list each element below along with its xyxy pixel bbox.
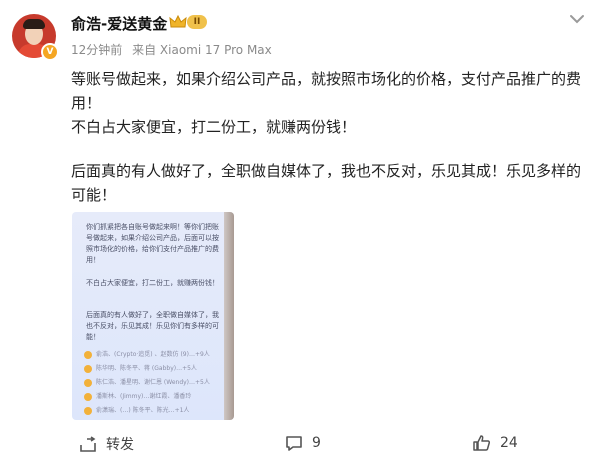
post-paragraph: 不白占大家便宜，打二份工，就赚两份钱！ — [71, 118, 357, 136]
repost-button[interactable]: 转发 — [78, 434, 134, 454]
reaction-row: 陈仁浩、潘星明、谢仁恩 (Wendy)…+5人 — [84, 377, 220, 388]
comment-button[interactable]: 9 — [284, 434, 321, 454]
post-paragraph: 等账号做起来，如果介绍公司产品，就按照市场化的价格，支付产品推广的费用！ — [71, 70, 582, 112]
repost-icon — [80, 436, 96, 452]
repost-label: 转发 — [106, 437, 134, 453]
post-header: V 俞浩-爱送黄金 II 12分钟前 来自 Xiaomi 17 Pro Max — [0, 0, 600, 64]
action-bar: 转发 9 24 — [0, 424, 600, 464]
comment-icon — [286, 436, 302, 451]
like-icon — [473, 435, 491, 451]
reaction-row: 俞浩、(Crypto·追觅) 、赵数仿 (9)…+9人 — [84, 349, 220, 360]
attached-image[interactable]: 你们抓紧把各自账号做起来啊！等你们把账号做起来，如果介绍公司产品，后面可以按照市… — [72, 212, 234, 420]
like-button[interactable]: 24 — [472, 434, 518, 454]
post-source: 来自 Xiaomi 17 Pro Max — [132, 43, 272, 57]
author-name[interactable]: 俞浩-爱送黄金 — [71, 13, 167, 34]
image-edge — [224, 212, 234, 420]
image-paragraph: 你们抓紧把各自账号做起来啊！等你们把账号做起来，如果介绍公司产品，后面可以按照市… — [86, 223, 219, 264]
post-meta: 12分钟前 来自 Xiaomi 17 Pro Max — [71, 41, 278, 58]
image-paragraph: 后面真的有人做好了，全职做自媒体了，我也不反对，乐见其成！乐见你们有多样的可能！ — [86, 311, 219, 341]
reaction-row: 陈华明、陈冬平、蒋 (Gabby)…+5人 — [84, 363, 220, 374]
crown-icon — [169, 14, 187, 28]
level-badge: II — [187, 15, 207, 29]
like-count: 24 — [500, 435, 518, 451]
verified-badge-icon: V — [41, 43, 59, 61]
post-time: 12分钟前 — [71, 43, 123, 57]
chevron-down-icon[interactable] — [568, 12, 586, 26]
post-paragraph: 后面真的有人做好了，全职做自媒体了，我也不反对，乐见其成！乐见多样的可能！ — [71, 162, 582, 204]
reaction-row: 俞潇瑞、(…) 陈冬平、陈光…+1人 — [84, 405, 220, 416]
comment-count: 9 — [312, 435, 321, 451]
image-paragraph: 不白占大家便宜，打二份工，就赚两份钱！ — [86, 279, 219, 287]
reaction-row: 潘斯林、(Jimmy)…谢红霞、潘香玲 — [84, 391, 220, 402]
